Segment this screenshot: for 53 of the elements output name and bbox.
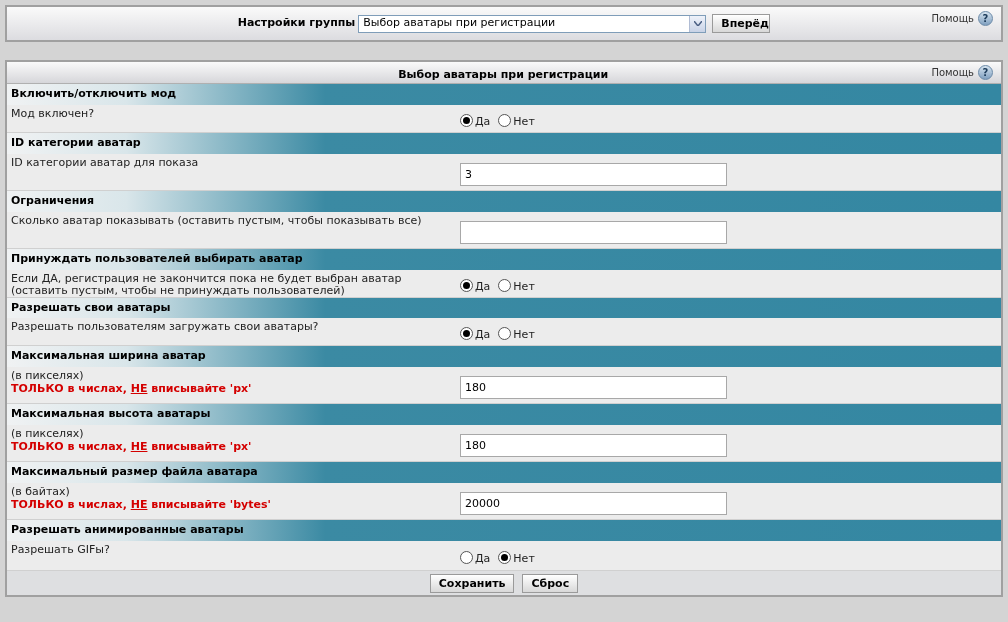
setting-description: (оставить пустым, чтобы не принуждать пользователей)	[11, 285, 346, 297]
help-link[interactable]: Помощь	[931, 11, 974, 26]
group-settings-label: Настройки группы	[237, 15, 356, 32]
setting-description: (в пикселях)	[11, 370, 85, 382]
radio-label: Нет	[513, 551, 535, 568]
setting-description: Разрешать пользователям загружать свои аватары?	[11, 321, 320, 333]
reset-button[interactable]: Сброс	[522, 573, 579, 593]
text-field[interactable]: 3	[460, 162, 727, 186]
text-field[interactable]: 180	[460, 375, 727, 399]
setting-description: Сколько аватар показывать (оставить пустым, чтобы показывать все)	[11, 215, 423, 227]
text-field[interactable]: 20000	[460, 491, 727, 515]
radio-button[interactable]	[498, 114, 512, 127]
group-select[interactable]: Выбор аватары при регистрации	[358, 14, 707, 33]
section-title: Ограничения	[11, 193, 95, 210]
radio-label: Да	[475, 114, 491, 131]
save-button[interactable]: Сохранить	[429, 573, 515, 593]
radio-label: Да	[475, 551, 491, 568]
radio-label: Да	[475, 327, 491, 344]
radio-label: Нет	[513, 279, 535, 296]
setting-description: Разрешать GIFы?	[11, 544, 111, 556]
radio-button[interactable]	[460, 114, 473, 127]
text-field[interactable]: 180	[460, 433, 727, 457]
setting-description: Мод включен?	[11, 108, 96, 120]
radio-button[interactable]	[498, 551, 512, 564]
help-link[interactable]: Помощь	[931, 65, 974, 80]
radio-label: Нет	[513, 114, 535, 131]
radio-button[interactable]	[460, 279, 473, 292]
section-title: Разрешать анимированные аватары	[11, 522, 244, 539]
radio-label: Да	[475, 279, 491, 296]
setting-description: ID категории аватар для показа	[11, 157, 200, 169]
text-field[interactable]	[460, 220, 727, 244]
setting-description: (в байтах)	[11, 486, 71, 498]
radio-button[interactable]	[460, 551, 473, 564]
help-icon[interactable]: ?	[978, 65, 993, 80]
section-title: Максимальная высота аватары	[11, 406, 211, 423]
warning-text: ТОЛЬКО в числах, НЕ вписывайте 'px'	[11, 382, 253, 395]
warning-text: ТОЛЬКО в числах, НЕ вписывайте 'bytes'	[11, 498, 272, 511]
section-title: Включить/отключить мод	[11, 86, 177, 103]
section-title: Принуждать пользователей выбирать аватар	[11, 251, 303, 268]
warning-text: ТОЛЬКО в числах, НЕ вписывайте 'px'	[11, 440, 253, 453]
section-title: Максимальный размер файла аватара	[11, 464, 258, 481]
radio-button[interactable]	[498, 327, 512, 340]
radio-label: Нет	[513, 327, 535, 344]
section-title: Разрешать свои аватары	[11, 299, 171, 316]
help-icon[interactable]: ?	[978, 11, 993, 26]
radio-button[interactable]	[498, 279, 512, 292]
panel-title: Выбор аватары при регистрации	[398, 67, 609, 81]
section-title: ID категории аватар	[11, 135, 141, 152]
setting-description: (в пикселях)	[11, 428, 85, 440]
setting-description: Если ДА, регистрация не закончится пока не будет выбран аватар	[11, 273, 403, 285]
radio-button[interactable]	[460, 327, 473, 340]
go-button[interactable]: Вперёд	[712, 14, 771, 33]
section-title: Максимальная ширина аватар	[11, 348, 206, 365]
